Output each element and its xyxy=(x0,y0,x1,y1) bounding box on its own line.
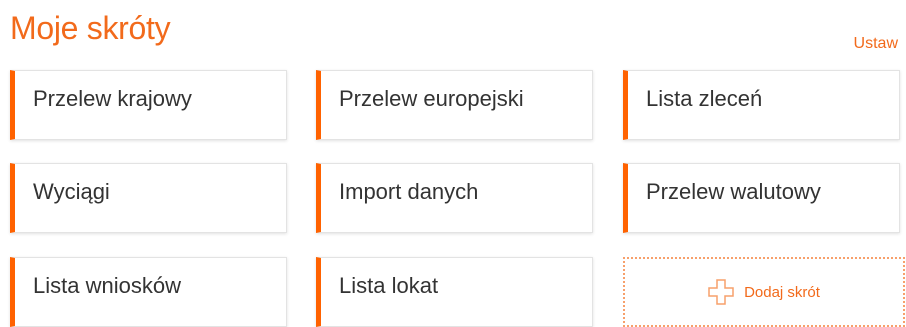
add-shortcut-label: Dodaj skrót xyxy=(744,283,820,301)
shortcut-tile-przelew-europejski[interactable]: Przelew europejski xyxy=(316,70,593,140)
set-shortcuts-link[interactable]: Ustaw xyxy=(854,35,898,53)
page-title: Moje skróty xyxy=(10,10,171,46)
shortcut-label: Wyciągi xyxy=(33,179,110,204)
shortcut-label: Przelew krajowy xyxy=(33,86,192,111)
plus-icon xyxy=(708,279,734,305)
shortcut-label: Przelew walutowy xyxy=(646,179,821,204)
shortcut-tile-lista-lokat[interactable]: Lista lokat xyxy=(316,257,593,327)
shortcut-label: Przelew europejski xyxy=(339,86,524,111)
shortcut-tile-lista-zlecen[interactable]: Lista zleceń xyxy=(623,70,900,140)
shortcut-tile-lista-wnioskow[interactable]: Lista wniosków xyxy=(10,257,287,327)
shortcut-tile-wyciagi[interactable]: Wyciągi xyxy=(10,163,287,233)
shortcut-tile-import-danych[interactable]: Import danych xyxy=(316,163,593,233)
shortcut-label: Import danych xyxy=(339,179,479,204)
shortcut-tile-przelew-krajowy[interactable]: Przelew krajowy xyxy=(10,70,287,140)
shortcut-label: Lista lokat xyxy=(339,273,439,298)
shortcut-tile-przelew-walutowy[interactable]: Przelew walutowy xyxy=(623,163,900,233)
shortcut-label: Lista wniosków xyxy=(33,273,181,298)
add-shortcut-button[interactable]: Dodaj skrót xyxy=(623,257,905,327)
shortcut-label: Lista zleceń xyxy=(646,86,763,111)
